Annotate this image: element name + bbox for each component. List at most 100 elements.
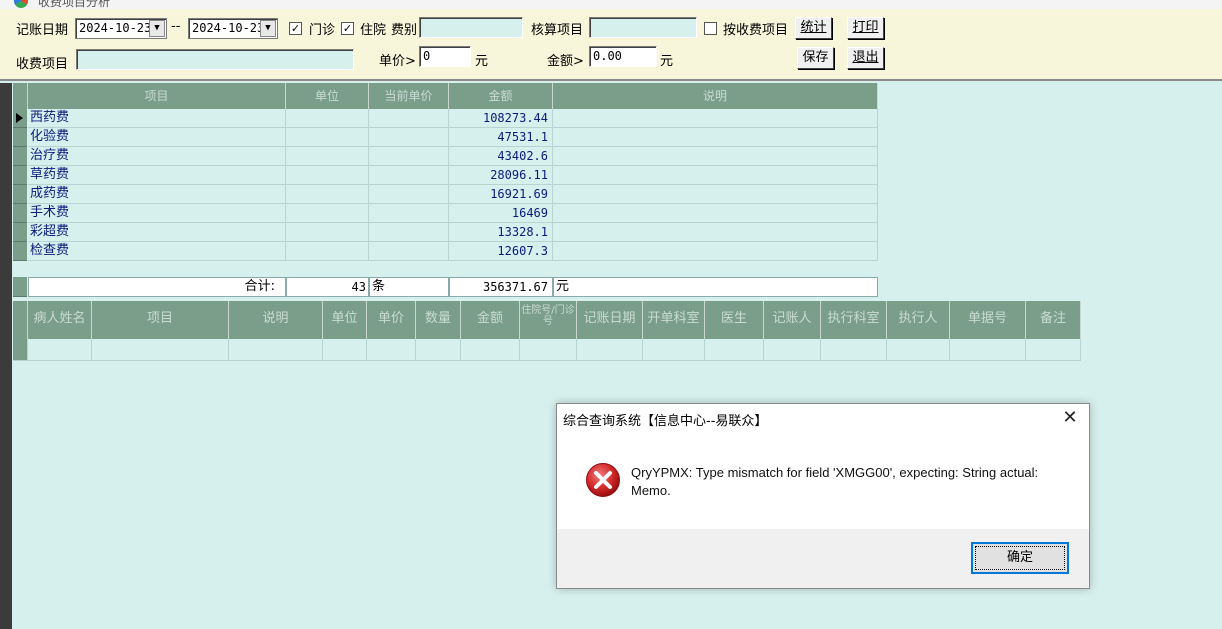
cell-amount[interactable]: 13328.1 bbox=[449, 223, 553, 242]
col-header-remark[interactable]: 备注 bbox=[1026, 301, 1081, 339]
cell-item[interactable]: 治疗费 bbox=[28, 147, 286, 166]
table-cell[interactable] bbox=[643, 339, 705, 361]
col-header-admission-no[interactable]: 住院号/门诊号 bbox=[520, 301, 577, 339]
cell-note[interactable] bbox=[553, 185, 878, 204]
cell-item[interactable]: 化验费 bbox=[28, 128, 286, 147]
cell-price[interactable] bbox=[369, 128, 449, 147]
cell-item[interactable]: 彩超费 bbox=[28, 223, 286, 242]
cell-item[interactable]: 草药费 bbox=[28, 166, 286, 185]
close-icon[interactable]: ✕ bbox=[1059, 407, 1081, 429]
col-header-recorder[interactable]: 记账人 bbox=[764, 301, 821, 339]
col-header-doc-no[interactable]: 单据号 bbox=[950, 301, 1026, 339]
table-cell[interactable] bbox=[705, 339, 764, 361]
cell-amount[interactable]: 43402.6 bbox=[449, 147, 553, 166]
col-header-amount[interactable]: 金额 bbox=[449, 83, 553, 109]
save-button[interactable]: 保存 bbox=[797, 47, 834, 69]
cell-item[interactable]: 手术费 bbox=[28, 204, 286, 223]
inpatient-checkbox[interactable]: ✓ bbox=[341, 22, 354, 35]
cell-price[interactable] bbox=[369, 185, 449, 204]
col-header-order-dept[interactable]: 开单科室 bbox=[643, 301, 705, 339]
cell-amount[interactable]: 47531.1 bbox=[449, 128, 553, 147]
cell-note[interactable] bbox=[553, 166, 878, 185]
table-cell[interactable] bbox=[28, 339, 92, 361]
col-header-unit[interactable]: 单位 bbox=[286, 83, 369, 109]
table-cell[interactable] bbox=[323, 339, 367, 361]
col-header-note[interactable]: 说明 bbox=[229, 301, 323, 339]
row-indicator[interactable] bbox=[13, 339, 28, 361]
col-header-item[interactable]: 项目 bbox=[28, 83, 286, 109]
table-cell[interactable] bbox=[821, 339, 887, 361]
cell-price[interactable] bbox=[369, 242, 449, 261]
table-cell[interactable] bbox=[92, 339, 229, 361]
table-cell[interactable] bbox=[367, 339, 416, 361]
col-header-note[interactable]: 说明 bbox=[553, 83, 878, 109]
table-cell[interactable] bbox=[461, 339, 520, 361]
col-header-quantity[interactable]: 数量 bbox=[416, 301, 461, 339]
cell-note[interactable] bbox=[553, 147, 878, 166]
cell-note[interactable] bbox=[553, 223, 878, 242]
chevron-down-icon[interactable]: ▼ bbox=[260, 20, 276, 37]
table-cell[interactable] bbox=[950, 339, 1026, 361]
cell-unit[interactable] bbox=[286, 128, 369, 147]
cell-unit[interactable] bbox=[286, 185, 369, 204]
cell-price[interactable] bbox=[369, 147, 449, 166]
chevron-down-icon[interactable]: ▼ bbox=[149, 20, 165, 37]
price-input[interactable]: 0 bbox=[419, 46, 471, 67]
outpatient-checkbox[interactable]: ✓ bbox=[289, 22, 302, 35]
row-indicator[interactable] bbox=[13, 185, 27, 204]
col-header-exec-dept[interactable]: 执行科室 bbox=[821, 301, 887, 339]
cell-note[interactable] bbox=[553, 109, 878, 128]
col-header-executor[interactable]: 执行人 bbox=[887, 301, 950, 339]
cell-price[interactable] bbox=[369, 223, 449, 242]
row-indicator[interactable] bbox=[13, 204, 27, 223]
cell-unit[interactable] bbox=[286, 242, 369, 261]
stats-button[interactable]: 统计 bbox=[795, 17, 832, 39]
table-cell[interactable] bbox=[764, 339, 821, 361]
cell-note[interactable] bbox=[553, 204, 878, 223]
col-header-amount[interactable]: 金额 bbox=[461, 301, 520, 339]
date-from-picker[interactable]: 2024-10-23 ▼ bbox=[75, 18, 167, 39]
table-cell[interactable] bbox=[577, 339, 643, 361]
cell-unit[interactable] bbox=[286, 109, 369, 128]
table-cell[interactable] bbox=[887, 339, 950, 361]
col-header-item[interactable]: 项目 bbox=[92, 301, 229, 339]
category-input[interactable] bbox=[419, 17, 523, 38]
row-indicator[interactable] bbox=[13, 109, 27, 128]
accounting-input[interactable] bbox=[589, 17, 697, 38]
cell-note[interactable] bbox=[553, 242, 878, 261]
date-to-picker[interactable]: 2024-10-23 ▼ bbox=[188, 18, 278, 39]
cell-amount[interactable]: 108273.44 bbox=[449, 109, 553, 128]
cell-unit[interactable] bbox=[286, 204, 369, 223]
col-header-date[interactable]: 记账日期 bbox=[577, 301, 643, 339]
table-cell[interactable] bbox=[1026, 339, 1081, 361]
cell-unit[interactable] bbox=[286, 166, 369, 185]
col-header-unit[interactable]: 单位 bbox=[323, 301, 367, 339]
col-header-doctor[interactable]: 医生 bbox=[705, 301, 764, 339]
amount-input[interactable]: 0.00 bbox=[589, 46, 657, 67]
cell-amount[interactable]: 16469 bbox=[449, 204, 553, 223]
cell-price[interactable] bbox=[369, 109, 449, 128]
row-indicator[interactable] bbox=[13, 147, 27, 166]
row-indicator[interactable] bbox=[13, 166, 27, 185]
cell-item[interactable]: 检查费 bbox=[28, 242, 286, 261]
cell-item[interactable]: 成药费 bbox=[28, 185, 286, 204]
col-header-patient-name[interactable]: 病人姓名 bbox=[28, 301, 92, 339]
ok-button[interactable]: 确定 bbox=[971, 542, 1069, 574]
by-fee-checkbox[interactable] bbox=[704, 22, 717, 35]
table-cell[interactable] bbox=[416, 339, 461, 361]
print-button[interactable]: 打印 bbox=[847, 17, 884, 39]
fee-item-input[interactable] bbox=[76, 49, 354, 70]
cell-amount[interactable]: 12607.3 bbox=[449, 242, 553, 261]
table-cell[interactable] bbox=[229, 339, 323, 361]
col-header-price[interactable]: 当前单价 bbox=[369, 83, 449, 109]
cell-unit[interactable] bbox=[286, 223, 369, 242]
cell-note[interactable] bbox=[553, 128, 878, 147]
cell-price[interactable] bbox=[369, 166, 449, 185]
row-indicator[interactable] bbox=[13, 242, 27, 261]
cell-amount[interactable]: 28096.11 bbox=[449, 166, 553, 185]
cell-price[interactable] bbox=[369, 204, 449, 223]
table-cell[interactable] bbox=[520, 339, 577, 361]
cell-amount[interactable]: 16921.69 bbox=[449, 185, 553, 204]
exit-button[interactable]: 退出 bbox=[847, 47, 884, 69]
row-indicator[interactable] bbox=[13, 223, 27, 242]
